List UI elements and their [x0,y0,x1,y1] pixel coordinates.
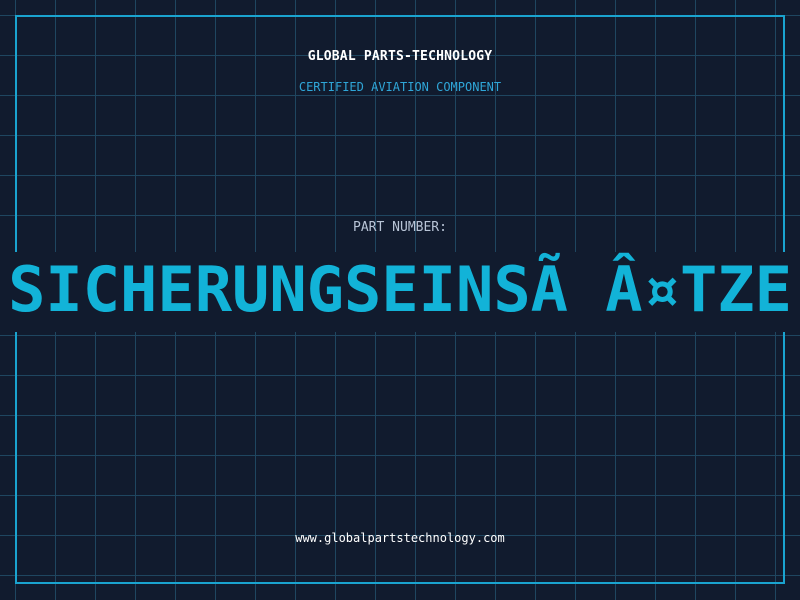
company-name: GLOBAL PARTS-TECHNOLOGY [307,49,493,64]
website-url: www.globalpartstechnology.com [295,531,505,545]
certification-subtitle: CERTIFIED AVIATION COMPONENT [298,80,502,94]
part-number-label: PART NUMBER: [353,220,447,235]
certificate-canvas: GLOBAL PARTS-TECHNOLOGY CERTIFIED AVIATI… [0,0,800,600]
part-number-value: SICHERUNGSEINSÃ Â¤TZE [8,253,792,326]
